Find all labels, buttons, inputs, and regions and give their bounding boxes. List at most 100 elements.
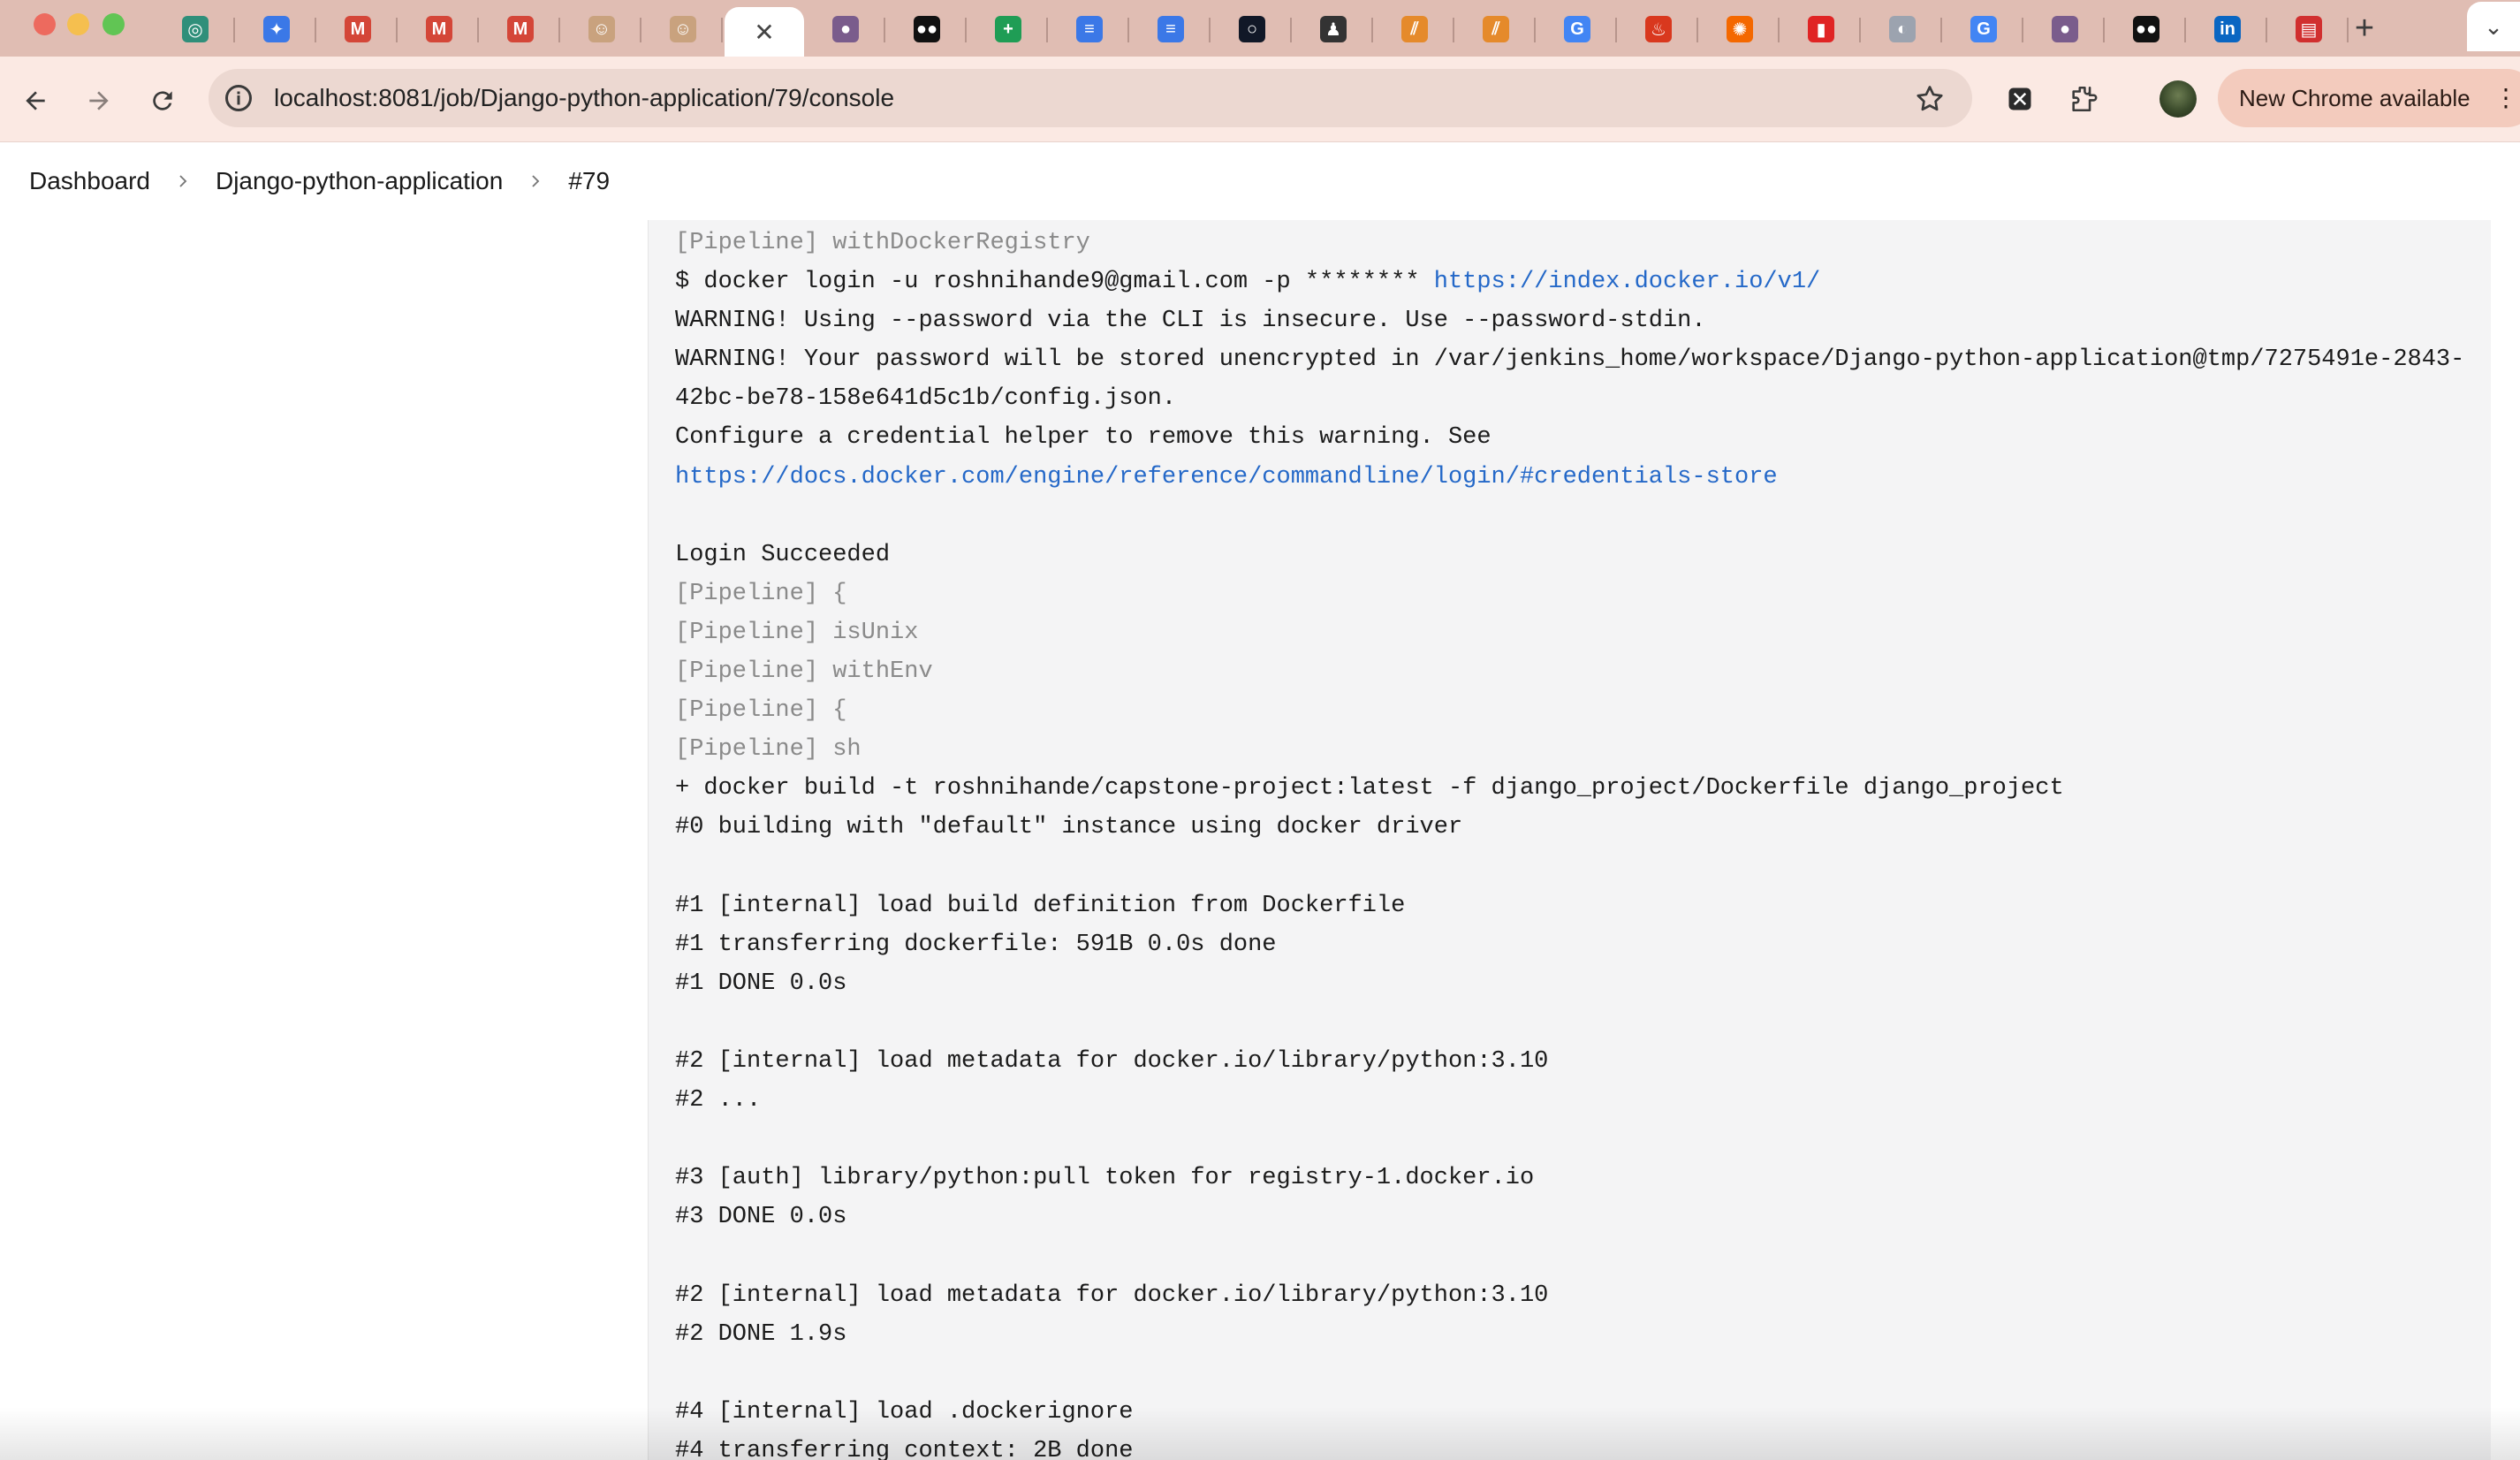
docs-icon: ≡	[1158, 16, 1184, 42]
console-line: [Pipeline] withEnv	[675, 652, 2492, 691]
console-line: #3 [auth] library/python:pull token for …	[675, 1159, 2492, 1198]
tab-separator	[1859, 18, 1861, 42]
console-line: #0 building with "default" instance usin…	[675, 808, 2492, 847]
browser-tab[interactable]: G	[1944, 7, 2023, 51]
browser-tab[interactable]: ○	[1212, 7, 1292, 51]
gmail-icon: M	[507, 16, 534, 42]
tab-separator	[1940, 18, 1942, 42]
browser-tab[interactable]: ▤	[2269, 7, 2349, 51]
tab-separator	[1046, 18, 1048, 42]
console-line-text: #4 [internal] load .dockerignore	[675, 1398, 1134, 1426]
browser-tab[interactable]: M	[399, 7, 479, 51]
tab-separator	[315, 18, 316, 42]
browser-tab[interactable]: ▮	[1781, 7, 1861, 51]
browser-tab[interactable]: ⫽	[1375, 7, 1454, 51]
browser-tab[interactable]: ●	[2025, 7, 2105, 51]
stack-icon: ⫽	[1401, 16, 1428, 42]
browser-tab[interactable]: ◎	[156, 7, 235, 51]
tab-separator	[1290, 18, 1292, 42]
console-line: #2 [internal] load metadata for docker.i…	[675, 1276, 2492, 1315]
back-button[interactable]	[14, 80, 57, 122]
browser-tab[interactable]: +	[968, 7, 1048, 51]
browser-tab[interactable]: G	[1537, 7, 1617, 51]
tab-separator	[477, 18, 479, 42]
address-bar[interactable]: localhost:8081/job/Django-python-applica…	[209, 69, 1972, 127]
browser-tab[interactable]: M	[318, 7, 398, 51]
console-line-text: [Pipeline] isUnix	[675, 619, 919, 646]
browser-tab[interactable]: ≡	[1050, 7, 1129, 51]
browser-tab[interactable]: ♨	[1619, 7, 1698, 51]
browser-tab[interactable]: ✺	[1700, 7, 1780, 51]
browser-tab[interactable]: ◐	[1863, 7, 1942, 51]
window-minimize-button[interactable]	[67, 13, 89, 35]
tab-search-menu-button[interactable]: ⌄	[2467, 2, 2520, 51]
chatgpt-icon: ◎	[182, 16, 209, 42]
tab-separator	[884, 18, 885, 42]
browser-tab[interactable]: M	[481, 7, 560, 51]
console-line: [Pipeline] withDockerRegistry	[675, 224, 2492, 262]
console-line: Configure a credential helper to remove …	[675, 418, 2492, 457]
console-line-text: [Pipeline] sh	[675, 736, 862, 764]
person-icon: ♟	[1320, 16, 1347, 42]
console-line: #1 [internal] load build definition from…	[675, 886, 2492, 925]
extension-x-icon[interactable]	[2002, 81, 2038, 117]
forward-button[interactable]	[78, 80, 120, 122]
browser-tab[interactable]: ⫽	[1456, 7, 1536, 51]
github-icon: ●	[2052, 16, 2078, 42]
tab-separator	[1453, 18, 1454, 42]
browser-tab[interactable]: ≡	[1131, 7, 1211, 51]
window-close-button[interactable]	[34, 13, 56, 35]
site-info-icon[interactable]	[223, 82, 254, 114]
console-line: [Pipeline] sh	[675, 730, 2492, 769]
browser-tab[interactable]: ●	[806, 7, 885, 51]
arrow-left-icon	[26, 91, 45, 110]
star-icon[interactable]	[1914, 83, 1946, 115]
browser-tab[interactable]: ●●	[887, 7, 967, 51]
profile-avatar[interactable]	[2159, 80, 2197, 118]
tab-separator	[1371, 18, 1373, 42]
stack-icon: ⫽	[1483, 16, 1509, 42]
tab-separator	[1778, 18, 1780, 42]
browser-tab[interactable]: ☺	[643, 7, 723, 51]
tab-active[interactable]: ✕	[725, 7, 804, 57]
kebab-menu-icon[interactable]: ⋮	[2493, 69, 2518, 127]
tab-separator	[1615, 18, 1617, 42]
update-chrome-button[interactable]: New Chrome available ⋮	[2218, 69, 2520, 127]
sheets-icon: +	[995, 16, 1021, 42]
browser-tab[interactable]: ●●	[2106, 7, 2186, 51]
console-output: [Pipeline] withDockerRegistry $ docker lo…	[648, 220, 2492, 1460]
console-line: [Pipeline] {	[675, 691, 2492, 730]
window-zoom-button[interactable]	[102, 13, 125, 35]
console-link[interactable]: https://docs.docker.com/engine/reference…	[675, 464, 1778, 490]
browser-tab[interactable]: in	[2188, 7, 2267, 51]
console-line-text: #1 transferring dockerfile: 591B 0.0s do…	[675, 931, 1277, 958]
tab-separator	[558, 18, 560, 42]
breadcrumb-build[interactable]: #79	[568, 167, 610, 195]
breadcrumb-job[interactable]: Django-python-application	[216, 167, 503, 195]
globe-icon: ◐	[1889, 16, 1916, 42]
browser-tab[interactable]: ☺	[562, 7, 641, 51]
grafana-icon: ✺	[1727, 16, 1753, 42]
jenkins-icon: ☺	[670, 16, 696, 42]
browser-tab[interactable]: ♟	[1294, 7, 1373, 51]
new-tab-button[interactable]: +	[2345, 9, 2384, 48]
close-icon[interactable]: ✕	[751, 19, 778, 46]
console-line-text: #2 ...	[675, 1087, 762, 1114]
breadcrumb-dashboard[interactable]: Dashboard	[29, 167, 150, 195]
extensions-puzzle-icon[interactable]	[2066, 81, 2101, 117]
google-icon: G	[1970, 16, 1997, 42]
console-line-text: WARNING! Your password will be stored un…	[675, 346, 2465, 374]
console-line-text: [Pipeline] withEnv	[675, 658, 933, 686]
console-line: #4 transferring context: 2B done	[675, 1432, 2492, 1460]
console-line-text: #4 transferring context: 2B done	[675, 1437, 1134, 1460]
reload-button[interactable]	[141, 80, 184, 122]
browser-tab[interactable]: ✦	[237, 7, 316, 51]
google-icon: G	[1564, 16, 1590, 42]
console-link[interactable]: https://index.docker.io/v1/	[1434, 269, 1820, 295]
tab-separator	[2022, 18, 2023, 42]
console-line: #1 transferring dockerfile: 591B 0.0s do…	[675, 925, 2492, 964]
